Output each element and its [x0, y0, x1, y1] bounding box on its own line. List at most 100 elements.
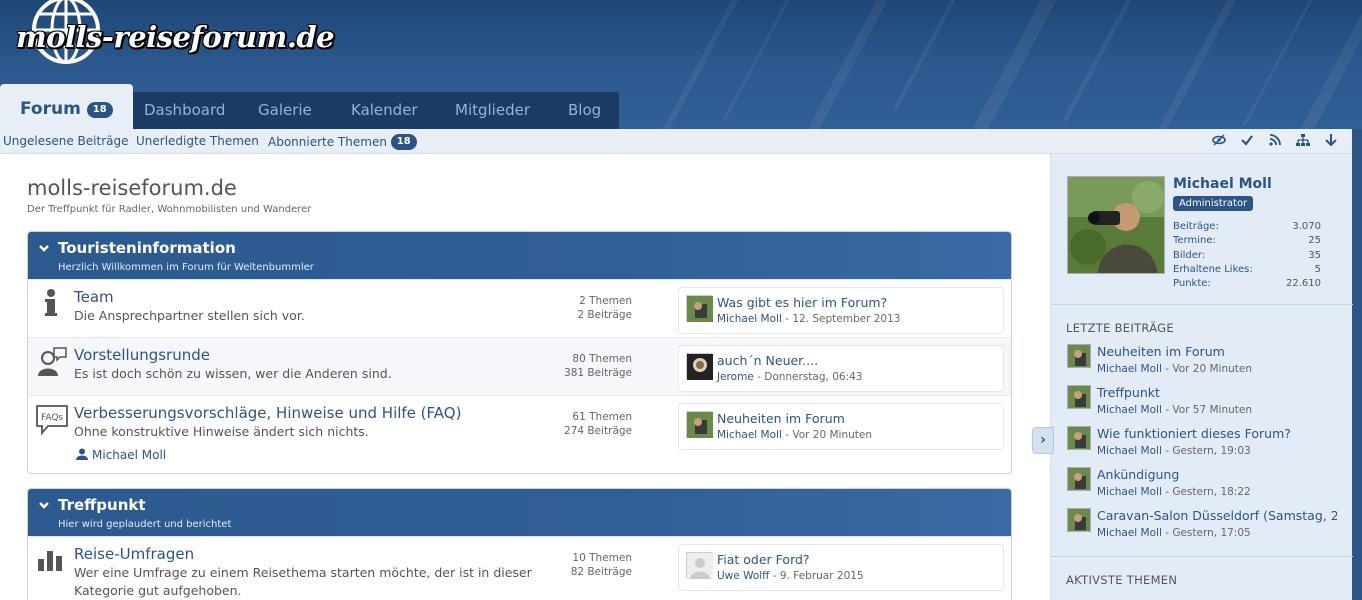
- avatar[interactable]: [1067, 426, 1091, 450]
- stat-value: 22.610: [1286, 278, 1321, 290]
- stat-value: 35: [1308, 249, 1321, 261]
- subscribed-threads-link[interactable]: Abonnierte Themen 18: [268, 134, 417, 150]
- rss-icon[interactable]: [1267, 133, 1283, 149]
- board-title[interactable]: Vorstellungsrunde: [74, 346, 210, 364]
- divider: [1051, 304, 1353, 305]
- sitemap-icon[interactable]: [1295, 133, 1311, 149]
- stat-value: 25: [1308, 235, 1321, 247]
- post-title[interactable]: Wie funktioniert dieses Forum?: [1097, 426, 1337, 441]
- post-title[interactable]: Ankündigung: [1097, 467, 1337, 482]
- post-time: - Vor 20 Minuten: [1161, 363, 1253, 375]
- moderator[interactable]: Michael Moll: [76, 448, 166, 462]
- last-post-user[interactable]: Michael Moll: [717, 429, 782, 441]
- tab-dashboard[interactable]: Dashboard: [144, 92, 225, 129]
- sidebar-toggle-chevron-right-icon[interactable]: ›: [1032, 427, 1054, 454]
- stat-row: Punkte: 22.610: [1173, 277, 1321, 291]
- post-user[interactable]: Michael Moll: [1097, 486, 1162, 498]
- board-title[interactable]: Team: [74, 288, 114, 306]
- last-post-time: - Vor 20 Minuten: [781, 429, 873, 441]
- last-post-user[interactable]: Michael Moll: [717, 313, 782, 325]
- unresolved-threads-link[interactable]: Unerledigte Themen: [136, 134, 259, 148]
- user-avatar[interactable]: [1067, 176, 1165, 274]
- last-post-meta: Michael Moll - Vor 20 Minuten: [717, 429, 872, 441]
- list-item: Treffpunkt Michael Moll - Vor 57 Minuten: [1067, 385, 1339, 423]
- last-post-meta: Michael Moll - 12. September 2013: [717, 313, 900, 325]
- board-title[interactable]: Verbesserungsvorschläge, Hinweise und Hi…: [74, 404, 461, 422]
- last-post-title[interactable]: auch´n Neuer....: [717, 353, 818, 368]
- avatar[interactable]: [1067, 467, 1091, 491]
- avatar[interactable]: [1067, 385, 1091, 409]
- user-role-badge: Administrator: [1173, 196, 1254, 211]
- post-title[interactable]: Treffpunkt: [1097, 385, 1337, 400]
- post-title[interactable]: Caravan-Salon Düsseldorf (Samstag, 2...: [1097, 508, 1337, 523]
- stat-value: 5: [1314, 263, 1321, 275]
- chevron-down-icon[interactable]: [38, 499, 50, 515]
- post-user[interactable]: Michael Moll: [1097, 527, 1162, 539]
- avatar[interactable]: [1067, 344, 1091, 368]
- sidebar: Michael Moll Administrator Beiträge: 3.07…: [1050, 154, 1353, 600]
- post-meta: Michael Moll - Gestern, 18:22: [1097, 486, 1251, 498]
- info-icon: [36, 288, 66, 320]
- post-user[interactable]: Michael Moll: [1097, 363, 1162, 375]
- list-item: Caravan-Salon Düsseldorf (Samstag, 2... …: [1067, 508, 1339, 546]
- post-count: 2 Beiträge: [577, 309, 632, 321]
- tab-forum[interactable]: Forum 18: [0, 84, 133, 130]
- tab-galerie[interactable]: Galerie: [258, 92, 312, 129]
- board-title[interactable]: Reise-Umfragen: [74, 545, 194, 563]
- sub-nav: Ungelesene Beiträge Unerledigte Themen A…: [0, 129, 1352, 154]
- last-post-meta: Uwe Wolff - 9. Februar 2015: [717, 570, 864, 582]
- page-edge: [1352, 129, 1362, 600]
- last-post-title[interactable]: Was gibt es hier im Forum?: [717, 295, 887, 310]
- category-title[interactable]: Touristeninformation: [58, 239, 236, 257]
- category-subtitle: Herzlich Willkommen im Forum für Weltenb…: [58, 262, 314, 273]
- site-logo[interactable]: molls-reiseforum.de: [12, 0, 335, 70]
- tab-label: Forum: [20, 99, 81, 119]
- board-stats: 2 Themen 2 Beiträge: [548, 294, 632, 322]
- stat-label: Termine:: [1173, 235, 1216, 247]
- tab-kalender[interactable]: Kalender: [351, 92, 418, 129]
- post-user[interactable]: Michael Moll: [1097, 404, 1162, 416]
- board-stats: 10 Themen 82 Beiträge: [548, 551, 632, 579]
- last-post-title[interactable]: Fiat oder Ford?: [717, 552, 810, 567]
- post-time: - Gestern, 18:22: [1161, 486, 1251, 498]
- stat-row: Erhaltene Likes: 5: [1173, 263, 1321, 277]
- chevron-down-icon[interactable]: [38, 242, 50, 258]
- user-icon: [76, 448, 88, 460]
- last-post-meta: Jerome - Donnerstag, 06:43: [717, 371, 862, 383]
- thread-count: 61 Themen: [572, 411, 632, 423]
- avatar[interactable]: [686, 295, 713, 322]
- stat-label: Punkte:: [1173, 278, 1211, 290]
- arrow-down-icon[interactable]: [1323, 133, 1339, 149]
- mark-read-eye-icon[interactable]: [1211, 133, 1227, 149]
- post-count: 381 Beiträge: [564, 367, 632, 379]
- svg-text:FAQs: FAQs: [41, 413, 63, 423]
- last-post-user[interactable]: Uwe Wolff: [717, 570, 769, 582]
- avatar[interactable]: [1067, 508, 1091, 532]
- board-row: Vorstellungsrunde Es ist doch schön zu w…: [28, 337, 1011, 395]
- checkmark-icon[interactable]: [1239, 133, 1255, 149]
- board-description: Es ist doch schön zu wissen, wer die And…: [74, 366, 392, 381]
- logo-text: molls-reiseforum.de: [16, 20, 335, 54]
- category-touristeninformation: Touristeninformation Herzlich Willkommen…: [27, 231, 1012, 474]
- board-stats: 61 Themen 274 Beiträge: [548, 410, 632, 438]
- avatar[interactable]: [686, 353, 713, 380]
- stat-label: Bilder:: [1173, 249, 1206, 261]
- post-user[interactable]: Michael Moll: [1097, 445, 1162, 457]
- tab-blog[interactable]: Blog: [568, 92, 601, 129]
- bar-chart-icon: [36, 545, 66, 577]
- post-title[interactable]: Neuheiten im Forum: [1097, 344, 1337, 359]
- last-post-user[interactable]: Jerome: [717, 371, 754, 383]
- avatar[interactable]: [686, 552, 713, 579]
- recent-posts-heading: LETZTE BEITRÄGE: [1066, 321, 1174, 335]
- post-meta: Michael Moll - Gestern, 17:05: [1097, 527, 1251, 539]
- last-post-time: - Donnerstag, 06:43: [753, 371, 863, 383]
- last-post-time: - 9. Februar 2015: [769, 570, 864, 582]
- board-stats: 80 Themen 381 Beiträge: [548, 352, 632, 380]
- unread-posts-link[interactable]: Ungelesene Beiträge: [3, 134, 128, 148]
- avatar[interactable]: [686, 411, 713, 438]
- user-name[interactable]: Michael Moll: [1173, 176, 1272, 192]
- tab-mitglieder[interactable]: Mitglieder: [455, 92, 530, 129]
- last-post-title[interactable]: Neuheiten im Forum: [717, 411, 845, 426]
- category-title[interactable]: Treffpunkt: [58, 496, 146, 514]
- last-post: Neuheiten im Forum Michael Moll - Vor 20…: [678, 403, 1004, 450]
